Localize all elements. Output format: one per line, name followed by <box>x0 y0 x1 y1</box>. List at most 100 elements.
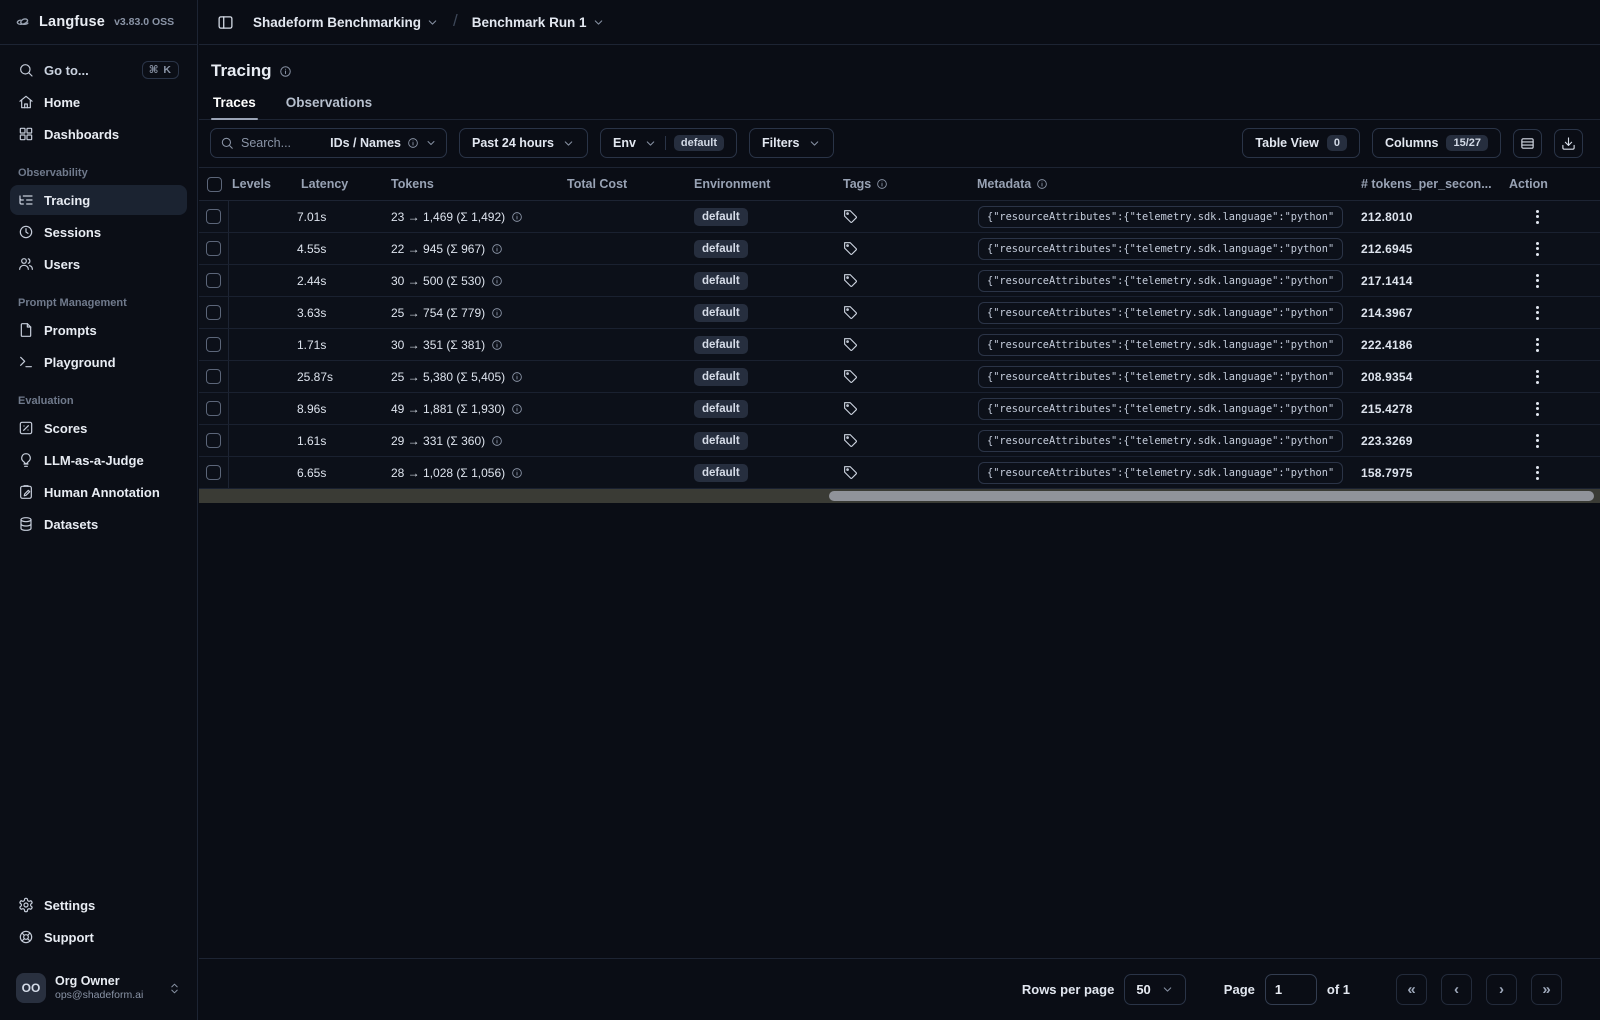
sidebar-item-llm-as-a-judge[interactable]: LLM-as-a-Judge <box>10 445 187 475</box>
breadcrumb-org[interactable]: Shadeform Benchmarking <box>249 11 443 34</box>
row-actions-kebab-icon[interactable] <box>1530 268 1545 294</box>
metadata-cell[interactable]: {"resourceAttributes":{"telemetry.sdk.la… <box>969 237 1353 260</box>
tags-cell[interactable] <box>839 369 969 384</box>
tags-cell[interactable] <box>839 273 969 288</box>
info-icon[interactable] <box>491 275 503 287</box>
first-page-button[interactable]: « <box>1396 974 1427 1005</box>
row-actions-kebab-icon[interactable] <box>1530 300 1545 326</box>
sidebar-item-settings[interactable]: Settings <box>10 890 187 920</box>
sidebar-item-home[interactable]: Home <box>10 87 187 117</box>
select-all-checkbox[interactable] <box>206 176 222 192</box>
row-actions-kebab-icon[interactable] <box>1530 236 1545 262</box>
column-header-tokens[interactable]: Tokens <box>383 177 559 191</box>
sidebar-item-playground[interactable]: Playground <box>10 347 187 377</box>
sidebar-item-datasets[interactable]: Datasets <box>10 509 187 539</box>
sidebar-item-support[interactable]: Support <box>10 922 187 952</box>
tags-cell[interactable] <box>839 401 969 416</box>
column-header-metadata[interactable]: Metadata <box>969 177 1353 191</box>
previous-page-button[interactable]: ‹ <box>1441 974 1472 1005</box>
row-actions-kebab-icon[interactable] <box>1530 204 1545 230</box>
sidebar-item-prompts[interactable]: Prompts <box>10 315 187 345</box>
table-row[interactable]: 3.63s 25 → 754 (Σ 779) default {"resourc… <box>199 297 1600 329</box>
row-checkbox[interactable] <box>206 401 221 416</box>
row-actions-kebab-icon[interactable] <box>1530 428 1545 454</box>
tab-observations[interactable]: Observations <box>284 91 374 119</box>
tags-cell[interactable] <box>839 209 969 224</box>
sidebar-item-dashboards[interactable]: Dashboards <box>10 119 187 149</box>
row-checkbox[interactable] <box>206 305 221 320</box>
sidebar-item-tracing[interactable]: Tracing <box>10 185 187 215</box>
table-row[interactable]: 1.61s 29 → 331 (Σ 360) default {"resourc… <box>199 425 1600 457</box>
column-header-latency[interactable]: Latency <box>291 177 383 191</box>
row-checkbox[interactable] <box>206 273 221 288</box>
horizontal-scrollbar-thumb[interactable] <box>829 491 1595 501</box>
horizontal-scrollbar-track[interactable] <box>199 489 1600 503</box>
info-icon[interactable] <box>511 467 523 479</box>
columns-button[interactable]: Columns 15/27 <box>1371 128 1501 158</box>
search-scope-select[interactable]: IDs / Names <box>330 136 437 150</box>
row-checkbox[interactable] <box>206 465 221 480</box>
table-row[interactable]: 25.87s 25 → 5,380 (Σ 5,405) default {"re… <box>199 361 1600 393</box>
info-icon[interactable] <box>511 403 523 415</box>
info-icon[interactable] <box>279 65 292 78</box>
sidebar-item-scores[interactable]: Scores <box>10 413 187 443</box>
column-header-action[interactable]: Action <box>1501 177 1600 191</box>
table-row[interactable]: 7.01s 23 → 1,469 (Σ 1,492) default {"res… <box>199 201 1600 233</box>
column-header-environment[interactable]: Environment <box>684 177 839 191</box>
page-number-input[interactable] <box>1264 974 1317 1005</box>
metadata-cell[interactable]: {"resourceAttributes":{"telemetry.sdk.la… <box>969 269 1353 292</box>
column-header-tokens-per-second[interactable]: # tokens_per_secon... <box>1353 177 1501 191</box>
table-view-button[interactable]: Table View 0 <box>1242 128 1360 158</box>
metadata-cell[interactable]: {"resourceAttributes":{"telemetry.sdk.la… <box>969 429 1353 452</box>
table-row[interactable]: 1.71s 30 → 351 (Σ 381) default {"resourc… <box>199 329 1600 361</box>
tags-cell[interactable] <box>839 241 969 256</box>
column-header-levels[interactable]: Levels <box>229 177 291 191</box>
info-icon[interactable] <box>491 307 503 319</box>
goto-search[interactable]: Go to... ⌘ K <box>10 55 187 85</box>
env-filter-button[interactable]: Env default <box>599 128 737 158</box>
sidebar-item-sessions[interactable]: Sessions <box>10 217 187 247</box>
row-actions-kebab-icon[interactable] <box>1530 364 1545 390</box>
info-icon[interactable] <box>491 435 503 447</box>
user-menu[interactable]: OO Org Owner ops@shadeform.ai <box>10 966 187 1010</box>
table-row[interactable]: 6.65s 28 → 1,028 (Σ 1,056) default {"res… <box>199 457 1600 489</box>
row-checkbox[interactable] <box>206 433 221 448</box>
tags-cell[interactable] <box>839 337 969 352</box>
metadata-cell[interactable]: {"resourceAttributes":{"telemetry.sdk.la… <box>969 205 1353 228</box>
row-actions-kebab-icon[interactable] <box>1530 396 1545 422</box>
row-actions-kebab-icon[interactable] <box>1530 460 1545 486</box>
tab-traces[interactable]: Traces <box>211 91 258 120</box>
last-page-button[interactable]: » <box>1531 974 1562 1005</box>
row-checkbox[interactable] <box>206 209 221 224</box>
info-icon[interactable] <box>511 371 523 383</box>
row-actions-kebab-icon[interactable] <box>1530 332 1545 358</box>
tags-cell[interactable] <box>839 465 969 480</box>
info-icon[interactable] <box>491 339 503 351</box>
metadata-cell[interactable]: {"resourceAttributes":{"telemetry.sdk.la… <box>969 333 1353 356</box>
tags-cell[interactable] <box>839 305 969 320</box>
info-icon[interactable] <box>511 211 523 223</box>
sidebar-item-users[interactable]: Users <box>10 249 187 279</box>
row-checkbox[interactable] <box>206 337 221 352</box>
metadata-cell[interactable]: {"resourceAttributes":{"telemetry.sdk.la… <box>969 461 1353 484</box>
table-row[interactable]: 8.96s 49 → 1,881 (Σ 1,930) default {"res… <box>199 393 1600 425</box>
rows-per-page-select[interactable]: 50 <box>1124 974 1186 1005</box>
time-range-button[interactable]: Past 24 hours <box>459 128 588 158</box>
sidebar-toggle-button[interactable] <box>211 8 239 36</box>
column-header-tags[interactable]: Tags <box>839 177 969 191</box>
table-row[interactable]: 4.55s 22 → 945 (Σ 967) default {"resourc… <box>199 233 1600 265</box>
breadcrumb-project[interactable]: Benchmark Run 1 <box>468 11 609 34</box>
filters-button[interactable]: Filters <box>748 128 834 158</box>
search-input[interactable] <box>241 136 324 150</box>
column-header-total-cost[interactable]: Total Cost <box>559 177 684 191</box>
row-height-button[interactable] <box>1513 128 1542 158</box>
row-checkbox[interactable] <box>206 369 221 384</box>
sidebar-item-human-annotation[interactable]: Human Annotation <box>10 477 187 507</box>
metadata-cell[interactable]: {"resourceAttributes":{"telemetry.sdk.la… <box>969 397 1353 420</box>
metadata-cell[interactable]: {"resourceAttributes":{"telemetry.sdk.la… <box>969 365 1353 388</box>
table-row[interactable]: 2.44s 30 → 500 (Σ 530) default {"resourc… <box>199 265 1600 297</box>
next-page-button[interactable]: › <box>1486 974 1517 1005</box>
info-icon[interactable] <box>491 243 503 255</box>
row-checkbox[interactable] <box>206 241 221 256</box>
tags-cell[interactable] <box>839 433 969 448</box>
